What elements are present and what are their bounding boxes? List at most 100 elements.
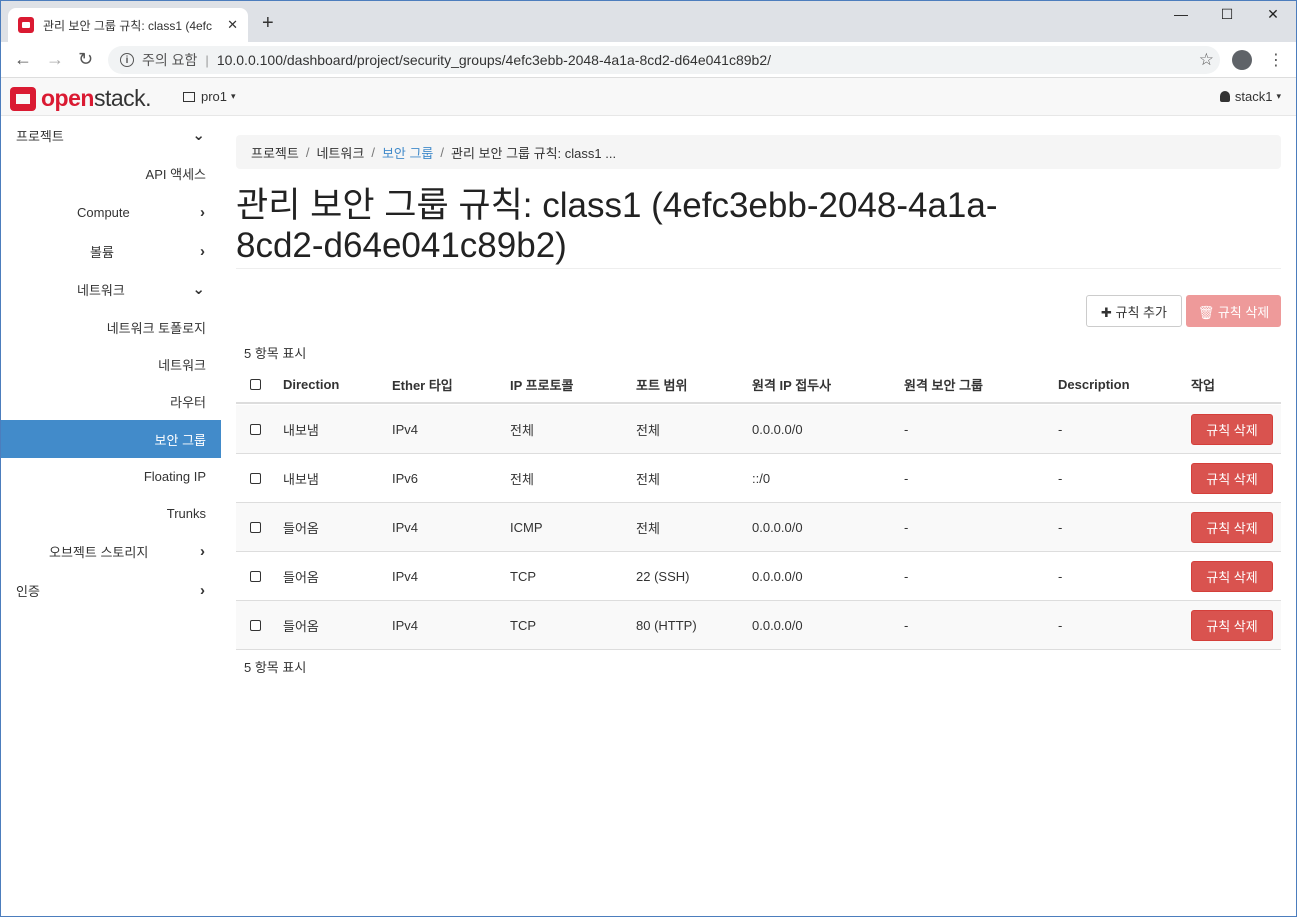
cell-remote-ip-prefix: ::/0 [752,470,771,486]
delete-rule-button[interactable]: 규칙 삭제 [1191,413,1273,445]
select-all-checkbox[interactable] [250,379,261,390]
delete-rule-button[interactable]: 규칙 삭제 [1191,511,1273,543]
cell-remote-group: - [904,421,909,437]
cell-ether-type: IPv4 [392,421,419,437]
col-remote-security-group[interactable]: 원격 보안 그룹 [904,367,983,402]
browser-tab[interactable]: 관리 보안 그룹 규칙: class1 (4efc ✕ [8,8,248,42]
delete-rule-button[interactable]: 규칙 삭제 [1191,609,1273,641]
row-checkbox[interactable] [250,423,261,435]
browser-menu-icon[interactable]: ⋮ [1268,50,1284,70]
sidebar-item-api-access[interactable]: API 액세스 [0,154,221,192]
chevron-right-icon: › [200,242,205,260]
row-checkbox[interactable] [250,619,261,631]
page-title: 관리 보안 그룹 규칙: class1 (4efc3ebb-2048-4a1a-… [236,186,998,265]
info-icon[interactable]: i [120,53,134,67]
chevron-right-icon: › [200,203,205,221]
col-remote-ip-prefix[interactable]: 원격 IP 접두사 [752,367,831,402]
sidebar: 프로젝트 ⌄ API 액세스 Compute › 볼륨 › 네트워크 ⌄ 네트워… [0,116,221,916]
tab-close-icon[interactable]: ✕ [227,17,238,33]
url-separator: | [205,52,209,68]
sidebar-item-label: 네트워크 [77,282,125,298]
project-icon [183,91,195,102]
cell-ether-type: IPv4 [392,519,419,535]
maximize-icon[interactable]: ☐ [1204,6,1250,23]
delete-rule-button[interactable]: 규칙 삭제 [1191,560,1273,592]
item-count-bottom: 5 항목 표시 [244,660,307,675]
reload-icon[interactable]: ↻ [78,49,93,70]
sidebar-item-routers[interactable]: 라우터 [0,382,221,420]
back-icon[interactable]: ← [14,49,32,70]
url-text[interactable]: 10.0.0.100/dashboard/project/security_gr… [217,52,771,68]
openstack-logo-icon [10,86,36,111]
breadcrumb-project: 프로젝트 [251,145,299,161]
select-all-checkbox-cell [250,367,261,402]
cell-ip-protocol: ICMP [510,519,543,535]
sidebar-item-label: 볼륨 [90,244,114,260]
cell-port-range: 전체 [636,422,660,438]
sidebar-item-compute[interactable]: Compute › [0,193,221,231]
sidebar-item-label: API 액세스 [145,166,206,182]
sidebar-item-volumes[interactable]: 볼륨 › [0,232,221,270]
user-menu[interactable]: stack1 ▾ [1219,89,1281,104]
forward-icon[interactable]: → [46,49,64,70]
cell-remote-group: - [904,470,909,486]
logo-text: openstack. [41,85,152,111]
sidebar-item-trunks[interactable]: Trunks [0,494,221,532]
col-ip-protocol[interactable]: IP 프로토콜 [510,367,574,402]
cell-description: - [1058,568,1063,584]
sidebar-item-project[interactable]: 프로젝트 ⌄ [0,116,221,154]
cell-remote-ip-prefix: 0.0.0.0/0 [752,421,803,437]
sidebar-item-label: 보안 그룹 [154,432,206,448]
profile-avatar-icon[interactable] [1232,50,1252,70]
security-warning[interactable]: 주의 요함 [142,50,197,70]
table-row: 내보냄 IPv6 전체 전체 ::/0 - - 규칙 삭제 [236,454,1281,503]
row-checkbox[interactable] [250,570,261,582]
row-checkbox[interactable] [250,472,261,484]
cell-remote-ip-prefix: 0.0.0.0/0 [752,519,803,535]
sidebar-item-floating-ip[interactable]: Floating IP [0,457,221,495]
user-name: stack1 [1234,89,1273,104]
col-port-range[interactable]: 포트 범위 [636,367,687,402]
table-row: 들어옴 IPv4 ICMP 전체 0.0.0.0/0 - - 규칙 삭제 [236,503,1281,552]
row-checkbox[interactable] [250,521,261,533]
sidebar-item-security-groups[interactable]: 보안 그룹 [0,420,221,458]
cell-port-range: 22 (SSH) [636,568,690,584]
bookmark-star-icon[interactable]: ☆ [1199,50,1214,70]
sidebar-item-identity[interactable]: 인증 › [0,571,221,609]
sidebar-item-networks[interactable]: 네트워크 [0,345,221,383]
cell-ip-protocol: 전체 [510,422,534,438]
sidebar-item-network-topology[interactable]: 네트워크 토폴로지 [0,308,221,346]
col-description[interactable]: Description [1058,367,1130,402]
chevron-right-icon: › [200,581,205,599]
caret-down-icon: ▾ [1276,91,1281,101]
sidebar-item-label: Trunks [166,505,206,521]
cell-direction: 내보냄 [283,422,319,438]
openstack-logo[interactable]: openstack. [10,85,152,112]
tab-title: 관리 보안 그룹 규칙: class1 (4efc [43,18,213,33]
address-bar[interactable]: i 주의 요함 | 10.0.0.100/dashboard/project/s… [108,46,1220,74]
col-direction[interactable]: Direction [283,367,339,402]
table-header: Direction Ether 타입 IP 프로토콜 포트 범위 원격 IP 접… [236,367,1281,404]
cell-port-range: 전체 [636,520,660,536]
item-count-top: 5 항목 표시 [244,346,307,361]
breadcrumb-current: 관리 보안 그룹 규칙: class1 ... [451,145,617,161]
minimize-icon[interactable]: — [1158,6,1204,22]
delete-rule-button[interactable]: 규칙 삭제 [1191,462,1273,494]
user-icon [1219,91,1230,102]
table-row: 내보냄 IPv4 전체 전체 0.0.0.0/0 - - 규칙 삭제 [236,405,1281,454]
add-rule-button[interactable]: ✚ 규칙 추가 [1086,295,1182,327]
delete-rules-button[interactable]: 🗑 규칙 삭제 [1186,295,1281,327]
col-ether-type[interactable]: Ether 타입 [392,367,453,402]
breadcrumb-security-groups-link[interactable]: 보안 그룹 [382,143,433,162]
window-close-icon[interactable]: ✕ [1250,6,1296,23]
sidebar-item-label: Compute [77,204,130,220]
cell-description: - [1058,617,1063,633]
sidebar-item-network[interactable]: 네트워크 ⌄ [0,270,221,308]
sidebar-item-label: 오브젝트 스토리지 [49,544,149,560]
project-switcher[interactable]: pro1 ▾ [183,89,236,104]
sidebar-item-object-storage[interactable]: 오브젝트 스토리지 › [0,532,221,570]
openstack-favicon-icon [18,17,34,33]
cell-ip-protocol: TCP [510,617,536,633]
chevron-right-icon: › [200,542,205,560]
new-tab-button[interactable]: + [262,12,274,35]
